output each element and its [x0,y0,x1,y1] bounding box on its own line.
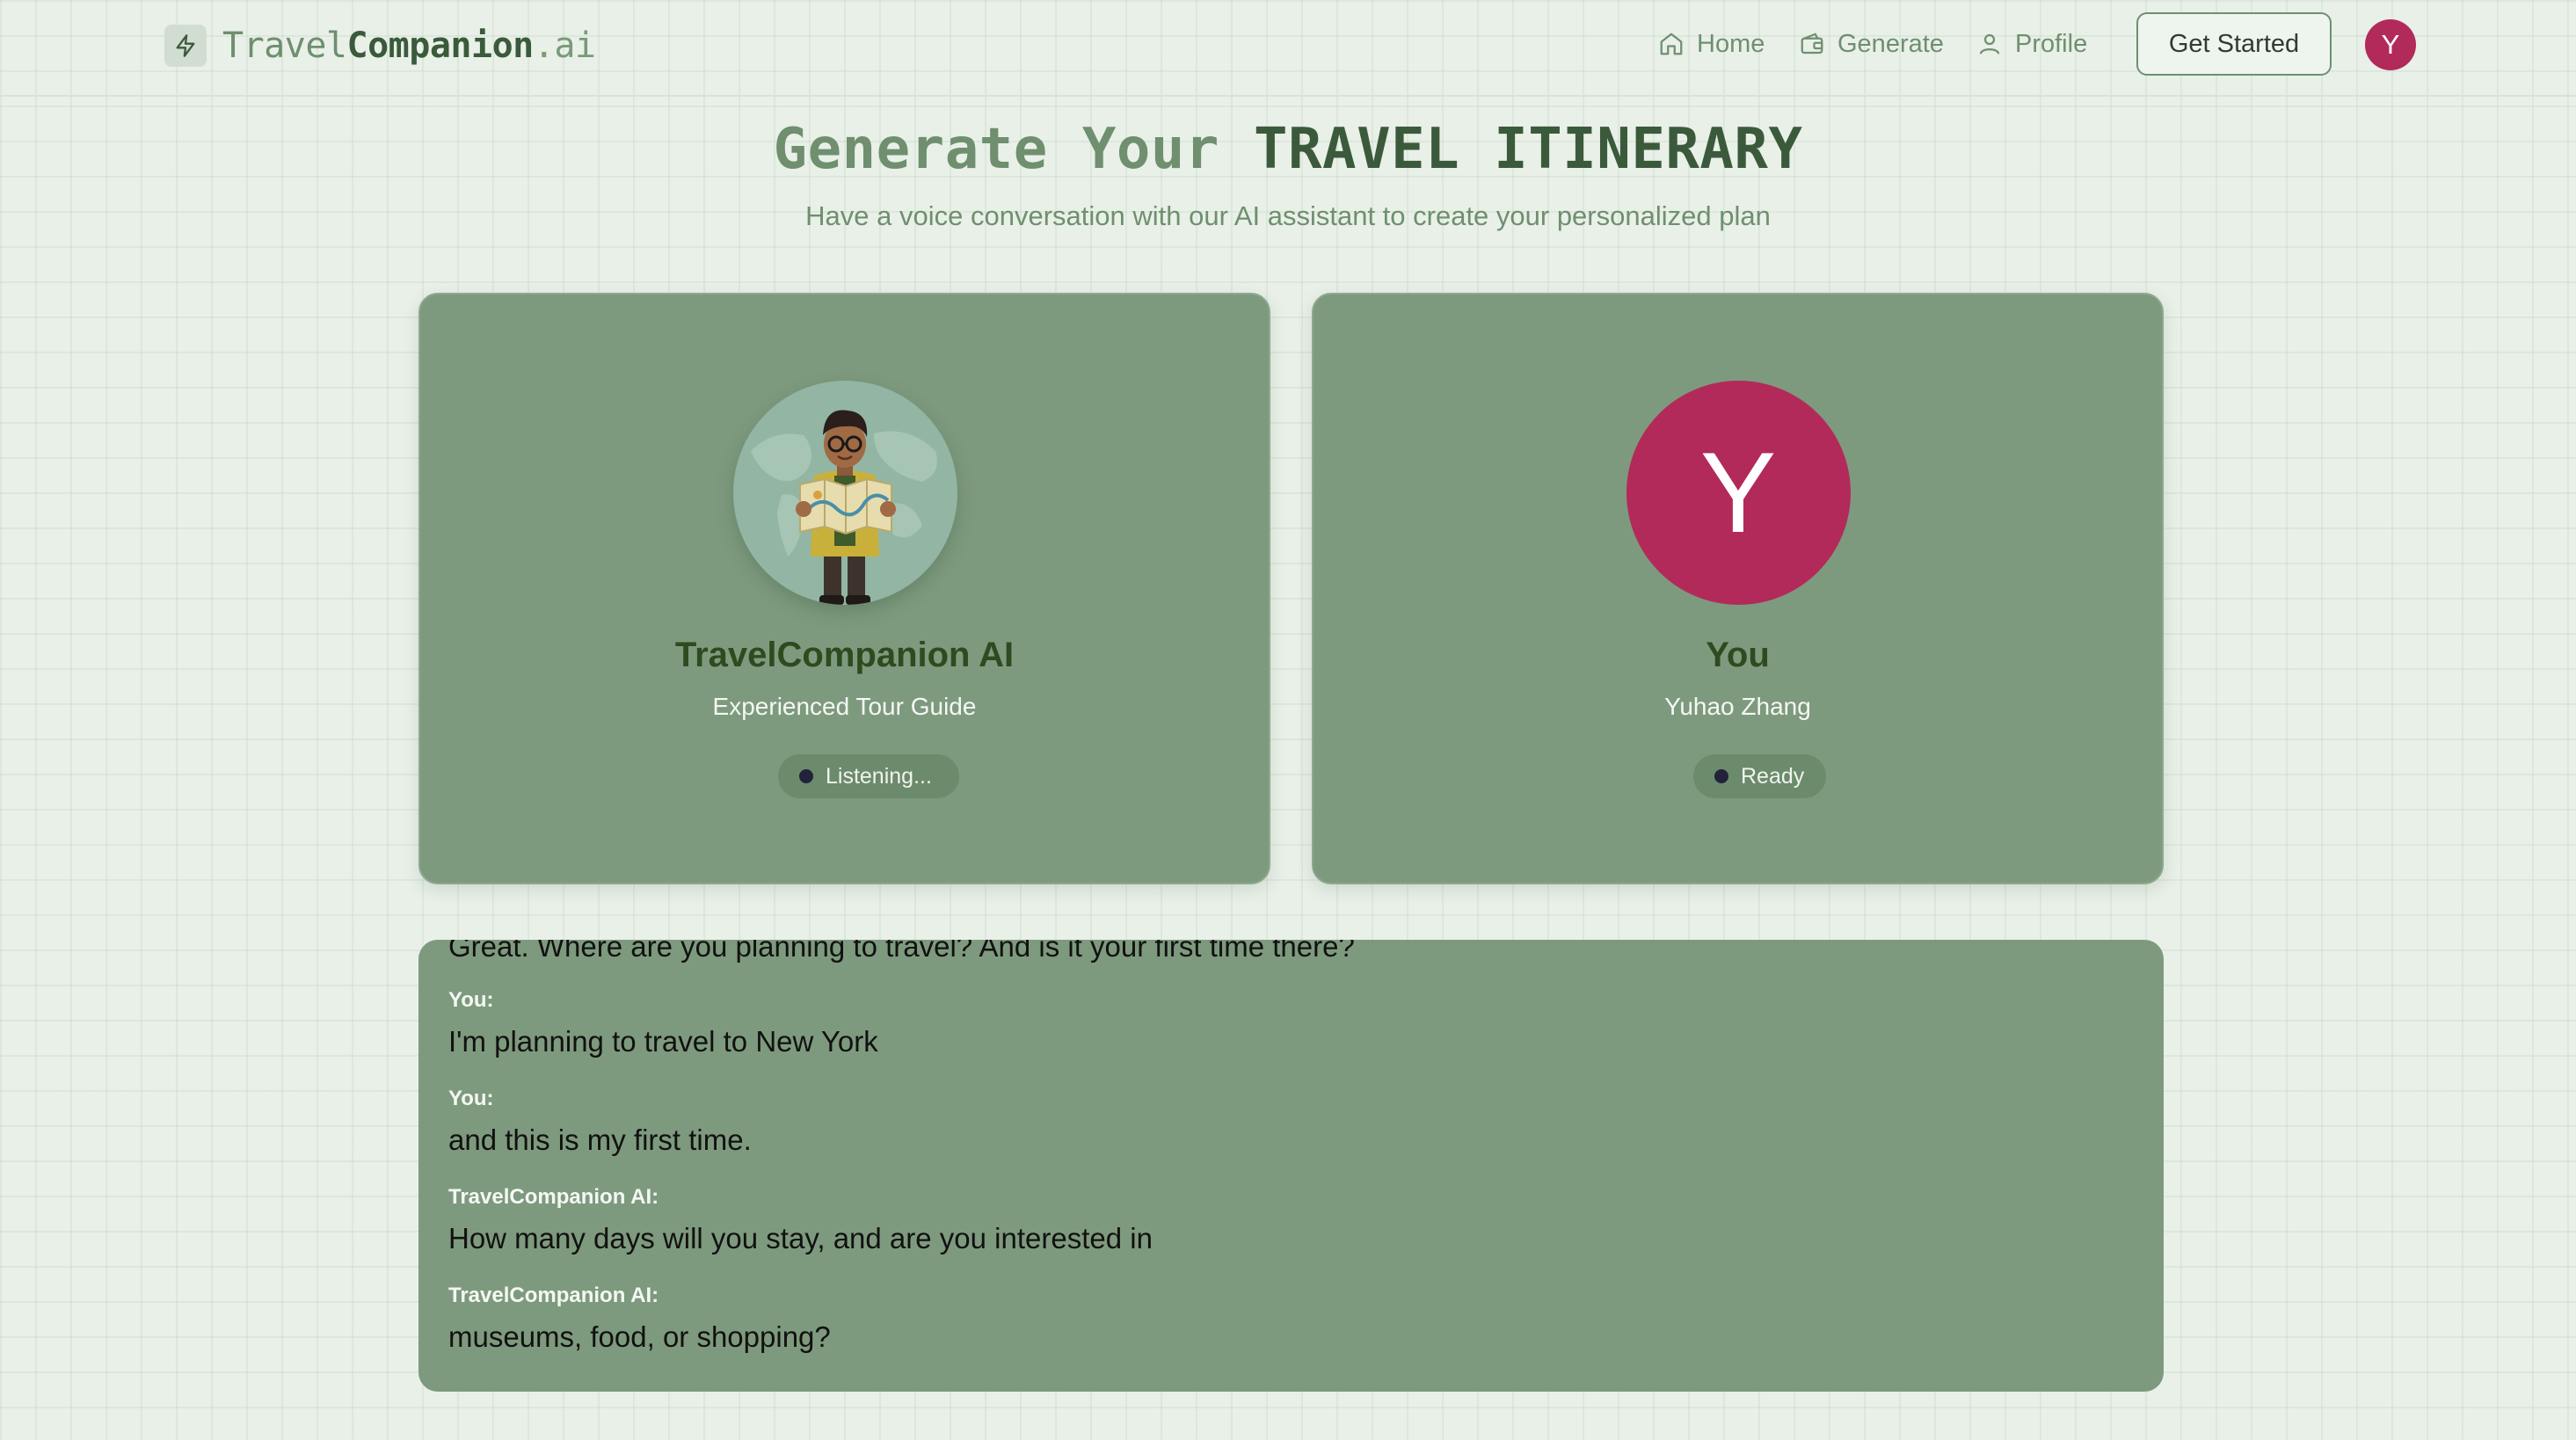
nav-link-home[interactable]: Home [1658,26,1765,62]
message-text: and this is my first time. [448,1124,752,1156]
message-speaker: You: [448,988,494,1012]
tour-guide-illustration [750,410,937,605]
list-item: You: and this is my first time. [448,1086,752,1160]
logo-text: TravelCompanion.ai [222,24,596,68]
status-badge: Listening... [778,754,959,798]
ai-agent-card: TravelCompanion AI Experienced Tour Guid… [418,293,1270,884]
message-text: How many days will you stay, and are you… [448,1222,1153,1255]
logo-text-part: Companion [346,25,535,66]
message-speaker: TravelCompanion AI: [448,1185,659,1209]
message-text: I'm planning to travel to New York [448,1025,878,1058]
status-dot-icon [1714,769,1728,783]
status-dot-icon [799,769,813,783]
ai-avatar [732,381,957,605]
user-name: You [1706,636,1770,674]
top-navigation: TravelCompanion.ai Home Generate Profile… [0,0,2576,97]
lightning-icon [164,25,207,67]
conversation-transcript[interactable]: Great. Where are you planning to travel?… [418,940,2164,1392]
user-full-name: Yuhao Zhang [1664,693,1811,720]
user-avatar: Y [1626,381,1851,605]
wallet-icon [1801,33,1823,55]
page-title-highlight: TRAVEL ITINERARY [1253,117,1803,182]
nav-link-label: Home [1697,29,1765,58]
list-item: You: I'm planning to travel to New York [448,987,878,1061]
transcript-partial-message: Great. Where are you planning to travel?… [448,940,1355,966]
message-text: museums, food, or shopping? [448,1320,831,1353]
status-text: Listening... [826,763,932,789]
get-started-button[interactable]: Get Started [2136,12,2332,76]
message-speaker: TravelCompanion AI: [448,1284,659,1307]
page-subtitle: Have a voice conversation with our AI as… [805,200,1771,231]
logo[interactable]: TravelCompanion.ai [164,24,596,68]
status-badge: Ready [1693,754,1826,798]
list-item: TravelCompanion AI: How many days will y… [448,1184,1153,1258]
page-title-prefix: Generate Your [773,117,1219,182]
user-icon [1979,33,2000,55]
status-text: Ready [1741,763,1805,789]
list-item: TravelCompanion AI: museums, food, or sh… [448,1283,831,1356]
page-title: Generate Your TRAVEL ITINERARY [0,116,2576,183]
logo-text-part: .ai [533,25,596,66]
ai-agent-name: TravelCompanion AI [674,636,1015,674]
nav-link-label: Generate [1837,29,1944,58]
avatar[interactable]: Y [2365,19,2416,70]
logo-text-part: Travel [222,25,347,66]
nav-link-generate[interactable]: Generate [1799,26,1944,62]
nav-link-label: Profile [2015,29,2088,58]
ai-agent-role: Experienced Tour Guide [712,693,977,720]
message-speaker: You: [448,1087,494,1110]
message-text: Great. Where are you planning to travel?… [448,940,1355,963]
nav-link-profile[interactable]: Profile [1976,26,2087,62]
user-card: Y You Yuhao Zhang Ready [1312,293,2164,884]
home-icon [1660,33,1683,55]
